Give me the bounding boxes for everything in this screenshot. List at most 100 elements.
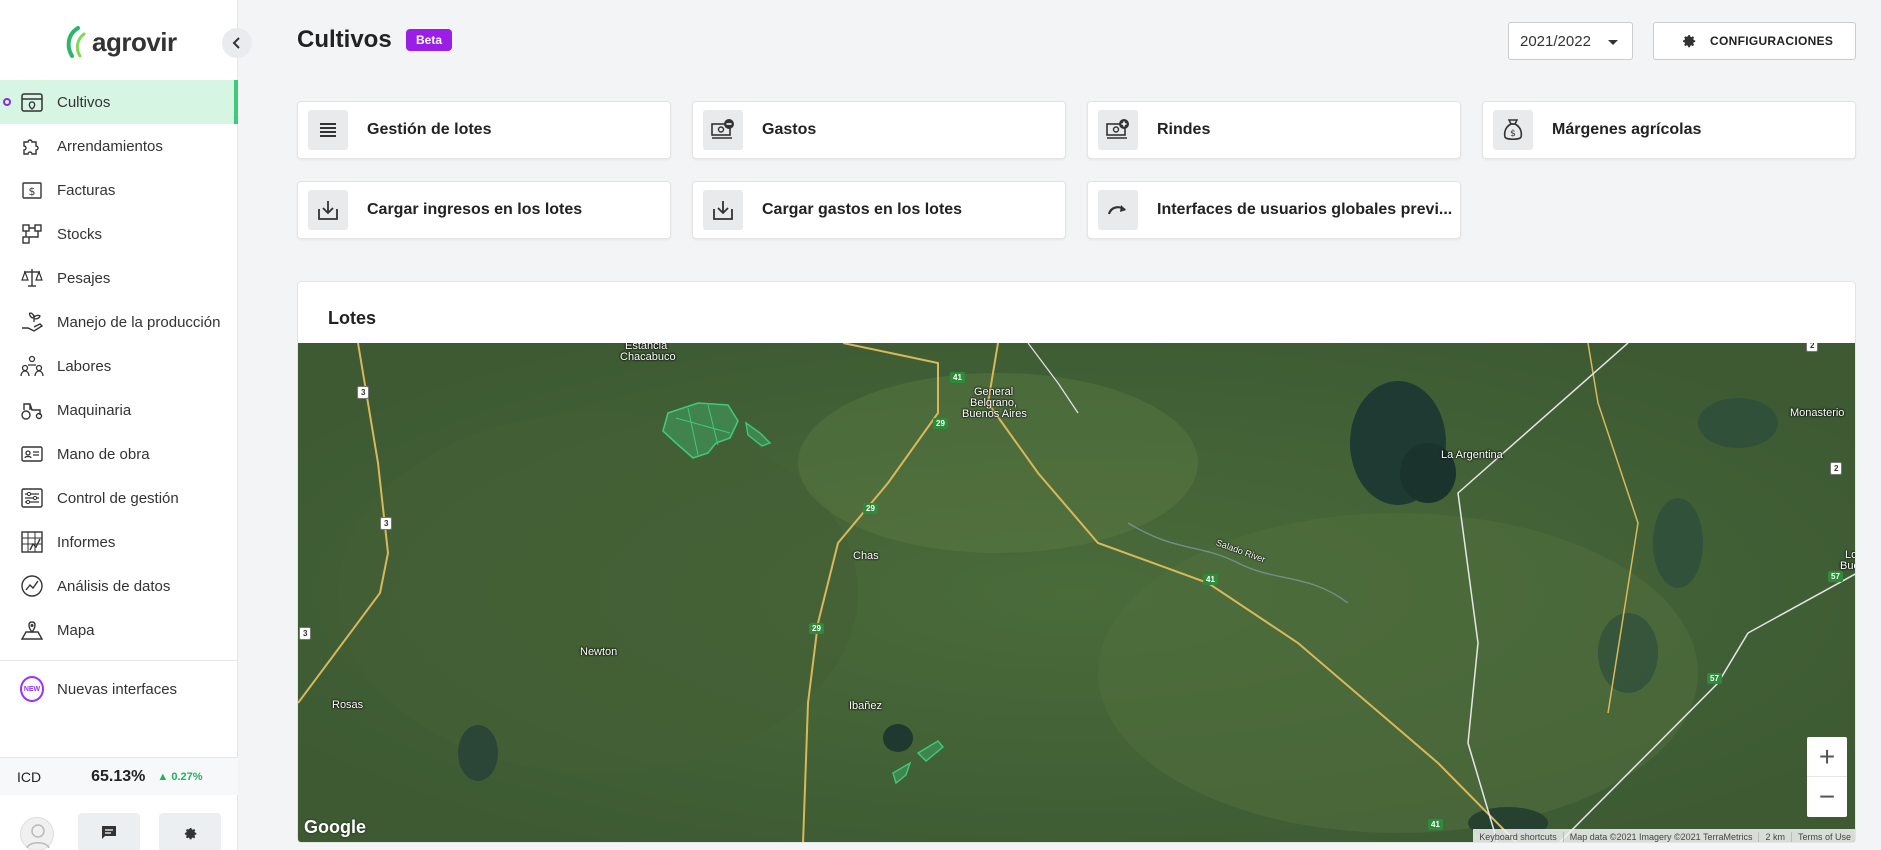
logo-text: agrovir <box>92 26 177 57</box>
sidebar-item-label: Control de gestión <box>57 489 179 507</box>
sidebar-item-label: Nuevas interfaces <box>57 680 178 698</box>
sidebar-item-informes[interactable]: Informes <box>0 520 238 564</box>
sidebar-item-maquinaria[interactable]: Maquinaria <box>0 388 238 432</box>
avatar[interactable] <box>20 817 54 850</box>
sidebar-item-control-gestion[interactable]: Control de gestión <box>0 476 238 520</box>
route-shield: 41 <box>1203 574 1218 585</box>
card-cargar-gastos[interactable]: Cargar gastos en los lotes <box>692 181 1066 239</box>
gear-icon <box>184 827 196 839</box>
sidebar: agrovir Cultivos Arrendamientos $ Factur… <box>0 0 238 850</box>
zoom-in-button[interactable]: + <box>1807 737 1847 777</box>
sliders-icon <box>20 486 44 510</box>
gear-icon <box>1683 35 1696 48</box>
card-label: Rindes <box>1157 121 1211 138</box>
sidebar-item-label: Labores <box>57 357 112 375</box>
sidebar-item-facturas[interactable]: $ Facturas <box>0 168 238 212</box>
sidebar-item-labores[interactable]: Labores <box>0 344 238 388</box>
sidebar-nav: Cultivos Arrendamientos $ Facturas Stock… <box>0 80 238 711</box>
google-logo: Google <box>304 817 366 837</box>
sidebar-item-label: Mapa <box>57 621 95 639</box>
icd-change: ▲ 0.27% <box>157 771 202 783</box>
money-bag-icon: $ <box>1493 110 1533 150</box>
terms-of-use-link[interactable]: Terms of Use <box>1790 831 1855 842</box>
caret-down-icon <box>1608 40 1618 45</box>
card-interfaces-globales[interactable]: Interfaces de usuarios globales previ... <box>1087 181 1461 239</box>
card-label: Interfaces de usuarios globales previ... <box>1157 201 1453 218</box>
page-title: Cultivos <box>297 26 392 53</box>
card-label: Cargar gastos en los lotes <box>762 201 963 218</box>
invoice-dollar-icon: $ <box>20 178 44 202</box>
sidebar-item-label: Maquinaria <box>57 401 132 419</box>
beta-badge: Beta <box>406 29 453 51</box>
sidebar-item-manejo-produccion[interactable]: Manejo de la producción <box>0 300 238 344</box>
lotes-title: Lotes <box>328 308 377 328</box>
sidebar-item-label: Informes <box>57 533 116 551</box>
card-margenes-agricolas[interactable]: $ Márgenes agrícolas <box>1482 101 1856 159</box>
icd-change-value: 0.27% <box>171 770 203 783</box>
zoom-out-button[interactable]: − <box>1807 777 1847 817</box>
lotes-panel: Lotes Estancia Chacabuco General Belgran… <box>297 281 1856 843</box>
sidebar-divider <box>0 660 238 661</box>
route-shield: 2 <box>1806 343 1819 352</box>
sidebar-item-label: Manejo de la producción <box>57 313 221 331</box>
route-shield: 3 <box>357 386 370 399</box>
user-avatar-icon <box>26 824 50 849</box>
sidebar-item-stocks[interactable]: Stocks <box>0 212 238 256</box>
map-label: Buen <box>1840 560 1855 572</box>
map-label: Newton <box>580 646 618 658</box>
card-cargar-ingresos[interactable]: Cargar ingresos en los lotes <box>297 181 671 239</box>
keyboard-shortcuts-link[interactable]: Keyboard shortcuts <box>1473 832 1563 842</box>
card-gastos[interactable]: Gastos <box>692 101 1066 159</box>
hand-plant-icon <box>20 310 44 334</box>
sidebar-item-analisis-datos[interactable]: Análisis de datos <box>0 564 238 608</box>
new-badge-icon: NEW <box>20 676 44 702</box>
sidebar-item-pesajes[interactable]: Pesajes <box>0 256 238 300</box>
sidebar-item-label: Cultivos <box>57 93 111 111</box>
sidebar-item-nuevas-interfaces[interactable]: NEW Nuevas interfaces <box>0 667 238 711</box>
sidebar-item-arrendamientos[interactable]: Arrendamientos <box>0 124 238 168</box>
stock-flow-icon <box>20 222 44 246</box>
chat-icon <box>102 826 116 839</box>
card-rindes[interactable]: Rindes <box>1087 101 1461 159</box>
download-tray-icon <box>308 190 348 230</box>
map-label: La Argentina <box>1441 449 1503 461</box>
season-select[interactable]: 2021/2022 <box>1508 22 1633 60</box>
route-shield: 57 <box>1707 673 1722 684</box>
id-card-icon <box>20 442 44 466</box>
sidebar-item-label: Pesajes <box>57 269 111 287</box>
satellite-map[interactable]: Estancia Chacabuco General Belgrano, Bue… <box>298 343 1855 842</box>
agrovir-logo[interactable]: agrovir <box>64 24 177 60</box>
active-indicator <box>3 98 11 106</box>
settings-button[interactable] <box>159 813 221 850</box>
card-label: Márgenes agrícolas <box>1552 121 1702 138</box>
sidebar-item-cultivos[interactable]: Cultivos <box>0 80 238 124</box>
map-pin-icon <box>20 618 44 642</box>
card-label: Cargar ingresos en los lotes <box>367 201 583 218</box>
puzzle-icon <box>20 134 44 158</box>
scale-bar[interactable]: 2 km <box>1758 831 1791 842</box>
map-label: Rosas <box>332 699 364 711</box>
workers-icon <box>20 354 44 378</box>
download-tray-icon <box>703 190 743 230</box>
route-shield: 29 <box>809 623 824 634</box>
collapse-sidebar-button[interactable] <box>222 28 252 58</box>
icd-value: 65.13% <box>91 767 146 785</box>
card-label: Gastos <box>762 121 817 138</box>
map-imagery <box>298 343 1855 842</box>
leaf-logo-icon <box>66 26 86 58</box>
chat-button[interactable] <box>78 813 140 850</box>
crop-calendar-icon <box>20 90 44 114</box>
money-minus-icon <box>703 110 743 150</box>
chart-circle-icon <box>20 574 44 598</box>
card-gestion-lotes[interactable]: Gestión de lotes <box>297 101 671 159</box>
list-icon <box>308 110 348 150</box>
route-shield: 3 <box>380 517 393 530</box>
redo-arrow-icon <box>1098 190 1138 230</box>
sidebar-item-mapa[interactable]: Mapa <box>0 608 238 652</box>
sidebar-item-mano-de-obra[interactable]: Mano de obra <box>0 432 238 476</box>
map-label: Ibañez <box>849 700 883 712</box>
route-shield: 57 <box>1828 571 1843 582</box>
configuraciones-button[interactable]: CONFIGURACIONES <box>1653 22 1856 60</box>
icd-label: ICD <box>17 768 42 785</box>
map-label: Chas <box>853 550 879 562</box>
